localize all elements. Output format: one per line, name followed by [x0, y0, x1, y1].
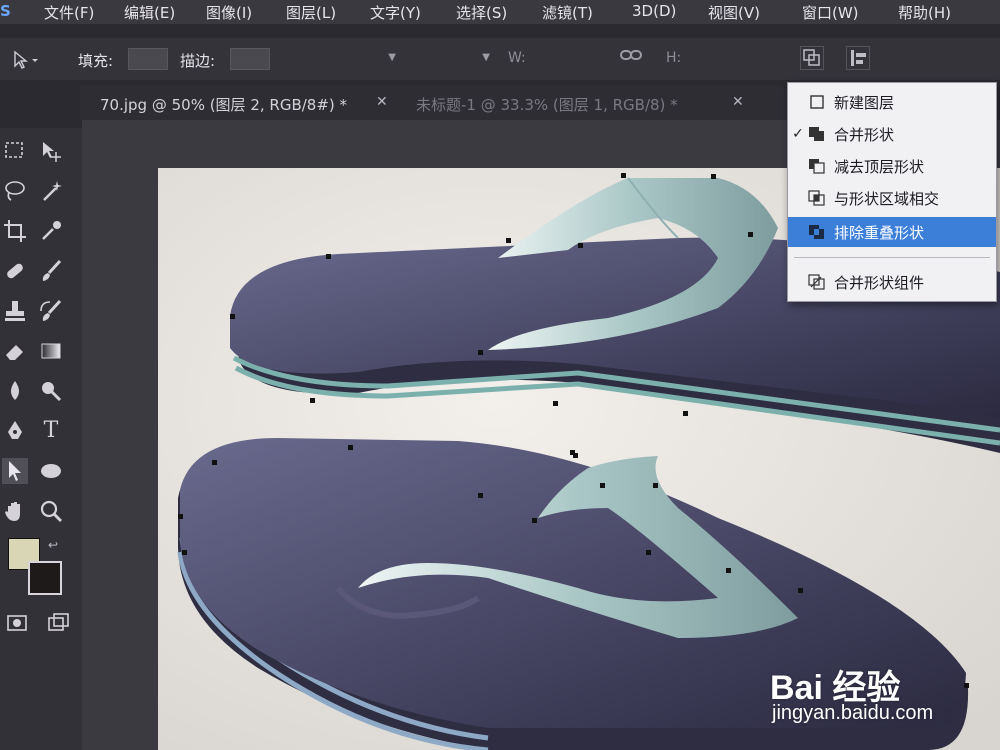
baidu-jingyan-watermark: Bai 经验 jingyan.baidu.com: [770, 640, 990, 740]
subtract-front-shape-icon: [808, 158, 826, 174]
fill-swatch[interactable]: [128, 48, 168, 70]
marquee-tool-icon[interactable]: [2, 138, 28, 164]
magic-wand-icon[interactable]: [38, 178, 64, 204]
path-operations-menu: 新建图层 ✓ 合并形状 减去顶层形状 与形状区域相交 排除重叠形状 合并形状组件: [787, 82, 997, 302]
gradient-tool-icon[interactable]: [38, 338, 64, 364]
menu-select[interactable]: 选择(S): [456, 2, 507, 23]
menu-file[interactable]: 文件(F): [44, 2, 94, 23]
lasso-tool-icon[interactable]: [2, 178, 28, 204]
close-icon[interactable]: ✕: [376, 94, 388, 110]
history-brush-icon[interactable]: [38, 298, 64, 324]
close-icon[interactable]: ✕: [732, 94, 744, 110]
exclude-overlapping-shapes-icon: [808, 224, 826, 240]
menu-type[interactable]: 文字(Y): [370, 2, 421, 23]
background-color-swatch[interactable]: [28, 561, 62, 595]
menu-item-label: 合并形状: [834, 125, 895, 144]
pen-tool-icon[interactable]: [2, 418, 28, 444]
menu-layer[interactable]: 图层(L): [286, 2, 336, 23]
dodge-tool-icon[interactable]: [38, 378, 64, 404]
eyedropper-icon[interactable]: [38, 218, 64, 244]
menu-separator: [794, 257, 990, 258]
menu-item-label: 新建图层: [834, 93, 895, 112]
menu-filter[interactable]: 滤镜(T): [542, 2, 593, 23]
menu-help[interactable]: 帮助(H): [898, 2, 951, 23]
menu-item-label: 与形状区域相交: [834, 189, 940, 208]
stroke-label: 描边:: [180, 52, 216, 70]
photoshop-logo-icon: S: [0, 2, 11, 20]
type-tool-icon[interactable]: T: [38, 418, 64, 444]
menu-window[interactable]: 窗口(W): [802, 2, 859, 23]
menu-edit[interactable]: 编辑(E): [124, 2, 175, 23]
hand-tool-icon[interactable]: [2, 498, 28, 524]
crop-tool-icon[interactable]: [2, 218, 28, 244]
menu-item-subtract-front-shape[interactable]: 减去顶层形状: [788, 151, 996, 181]
stroke-swatch[interactable]: [230, 48, 270, 70]
chevron-down-icon: ▼: [388, 52, 396, 63]
menu-item-label: 减去顶层形状: [834, 157, 925, 176]
width-label: W:: [508, 50, 526, 66]
height-label: H:: [666, 50, 682, 66]
fill-label: 填充:: [78, 52, 114, 70]
path-alignment-icon[interactable]: [846, 46, 870, 70]
menu-item-exclude-overlapping-shapes[interactable]: 排除重叠形状: [788, 217, 996, 247]
stroke-width-dropdown[interactable]: ▼: [306, 52, 396, 68]
move-tool-icon[interactable]: [38, 138, 64, 164]
combine-shapes-icon: [808, 126, 826, 142]
tab-untitled-1[interactable]: 未标题-1 @ 33.3% (图层 1, RGB/8) *: [416, 94, 678, 115]
menu-item-label: 排除重叠形状: [834, 223, 925, 242]
link-icon[interactable]: [620, 48, 642, 66]
watermark-url: jingyan.baidu.com: [772, 702, 934, 724]
menu-bar: S 文件(F) 编辑(E) 图像(I) 图层(L) 文字(Y) 选择(S) 滤镜…: [0, 0, 1000, 24]
new-layer-icon: [808, 94, 826, 110]
blur-tool-icon[interactable]: [2, 378, 28, 404]
options-bar: 填充: 描边: ▼ ▼ W: H:: [0, 38, 1000, 80]
path-operations-icon[interactable]: [800, 46, 824, 70]
menu-3d[interactable]: 3D(D): [632, 2, 676, 20]
clone-stamp-icon[interactable]: [2, 298, 28, 324]
menu-item-new-layer[interactable]: 新建图层: [788, 87, 996, 117]
healing-brush-icon[interactable]: [2, 258, 28, 284]
menu-view[interactable]: 视图(V): [708, 2, 760, 23]
path-selection-icon[interactable]: [2, 458, 28, 484]
eraser-tool-icon[interactable]: [2, 338, 28, 364]
stroke-type-dropdown[interactable]: ▼: [400, 52, 490, 68]
path-selection-tool-preset-icon[interactable]: [12, 50, 40, 70]
merge-shape-components-icon: [808, 274, 826, 290]
document-tabs: 70.jpg @ 50% (图层 2, RGB/8#) * ✕ 未标题-1 @ …: [80, 86, 800, 120]
menu-item-intersect-shape-areas[interactable]: 与形状区域相交: [788, 183, 996, 213]
screen-mode-icon[interactable]: [46, 610, 72, 636]
swap-colors-icon[interactable]: ↩: [48, 538, 58, 552]
menu-item-merge-shape-components[interactable]: 合并形状组件: [788, 267, 996, 297]
toolbox: T ↩: [0, 128, 82, 750]
menu-image[interactable]: 图像(I): [206, 2, 252, 23]
brush-tool-icon[interactable]: [38, 258, 64, 284]
intersect-shape-areas-icon: [808, 190, 826, 206]
zoom-tool-icon[interactable]: [38, 498, 64, 524]
ellipse-tool-icon[interactable]: [38, 458, 64, 484]
quick-mask-icon[interactable]: [4, 610, 30, 636]
checkmark-icon: ✓: [792, 126, 804, 142]
menu-item-label: 合并形状组件: [834, 273, 925, 292]
menu-item-combine-shapes[interactable]: ✓ 合并形状: [788, 119, 996, 149]
chevron-down-icon: ▼: [482, 52, 490, 63]
tab-70-jpg[interactable]: 70.jpg @ 50% (图层 2, RGB/8#) *: [100, 94, 347, 115]
